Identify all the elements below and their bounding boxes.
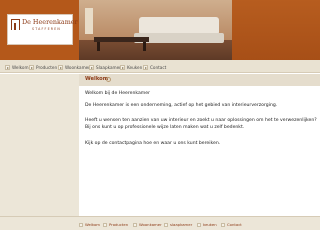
footer-item-producten[interactable]: Producten <box>103 221 128 228</box>
arrow-icon <box>120 64 125 70</box>
square-icon <box>221 222 225 227</box>
square-icon <box>133 222 137 227</box>
main-nav: Welkom Producten Woonkamer Slaapkamer Ke… <box>0 60 320 73</box>
square-icon <box>103 222 107 227</box>
footer-item-welkom[interactable]: Welkom <box>79 221 100 228</box>
nav-item-slaapkamer[interactable]: Slaapkamer <box>89 63 121 71</box>
square-icon <box>197 222 201 227</box>
footer-item-contact[interactable]: Contact <box>221 221 242 228</box>
arrow-icon <box>143 64 148 70</box>
bottom-strip <box>0 230 320 240</box>
logo-subtitle: STAFFEREN <box>32 27 61 31</box>
page-title-bar: Welkom <box>79 74 320 86</box>
nav-item-contact[interactable]: Contact <box>143 63 166 71</box>
nav-item-keuken[interactable]: Keuken <box>120 63 142 71</box>
page-title: Welkom <box>85 76 109 82</box>
logo-mark-icon <box>11 19 20 30</box>
arrow-icon <box>29 64 34 70</box>
paragraph-about: De Heerenkamer is een onderneming, actie… <box>85 103 278 108</box>
logo-title: De Heerenkamer <box>22 18 78 26</box>
header-decor <box>232 0 320 60</box>
circle-icon <box>106 77 111 82</box>
logo[interactable]: De Heerenkamer STAFFEREN <box>7 14 78 45</box>
nav-item-producten[interactable]: Producten <box>29 63 57 71</box>
arrow-icon <box>58 64 63 70</box>
square-icon <box>79 222 83 227</box>
paragraph-wishes: Heeft u wensen ten aanzien van uw interi… <box>85 118 317 123</box>
nav-item-woonkamer[interactable]: Woonkamer <box>58 63 90 71</box>
intro-heading: Welkom bij de Heerenkamer <box>85 91 150 96</box>
footer-item-slaapkamer[interactable]: slaapkamer <box>164 221 192 228</box>
footer-nav: Welkom Producten Woonkamer slaapkamer ke… <box>0 216 320 230</box>
arrow-icon <box>89 64 94 70</box>
header-photo <box>79 0 232 60</box>
nav-item-welkom[interactable]: Welkom <box>5 63 29 71</box>
paragraph-contact: Kijk op de contactpagina hoe en waar u o… <box>85 141 221 146</box>
paragraph-professional: Bij ons kunt u op professionele wijze la… <box>85 125 245 130</box>
sidebar <box>0 74 79 216</box>
arrow-icon <box>5 64 10 70</box>
footer-item-keuken[interactable]: keuken <box>197 221 217 228</box>
footer-item-woonkamer[interactable]: Woonkamer <box>133 221 162 228</box>
square-icon <box>164 222 168 227</box>
